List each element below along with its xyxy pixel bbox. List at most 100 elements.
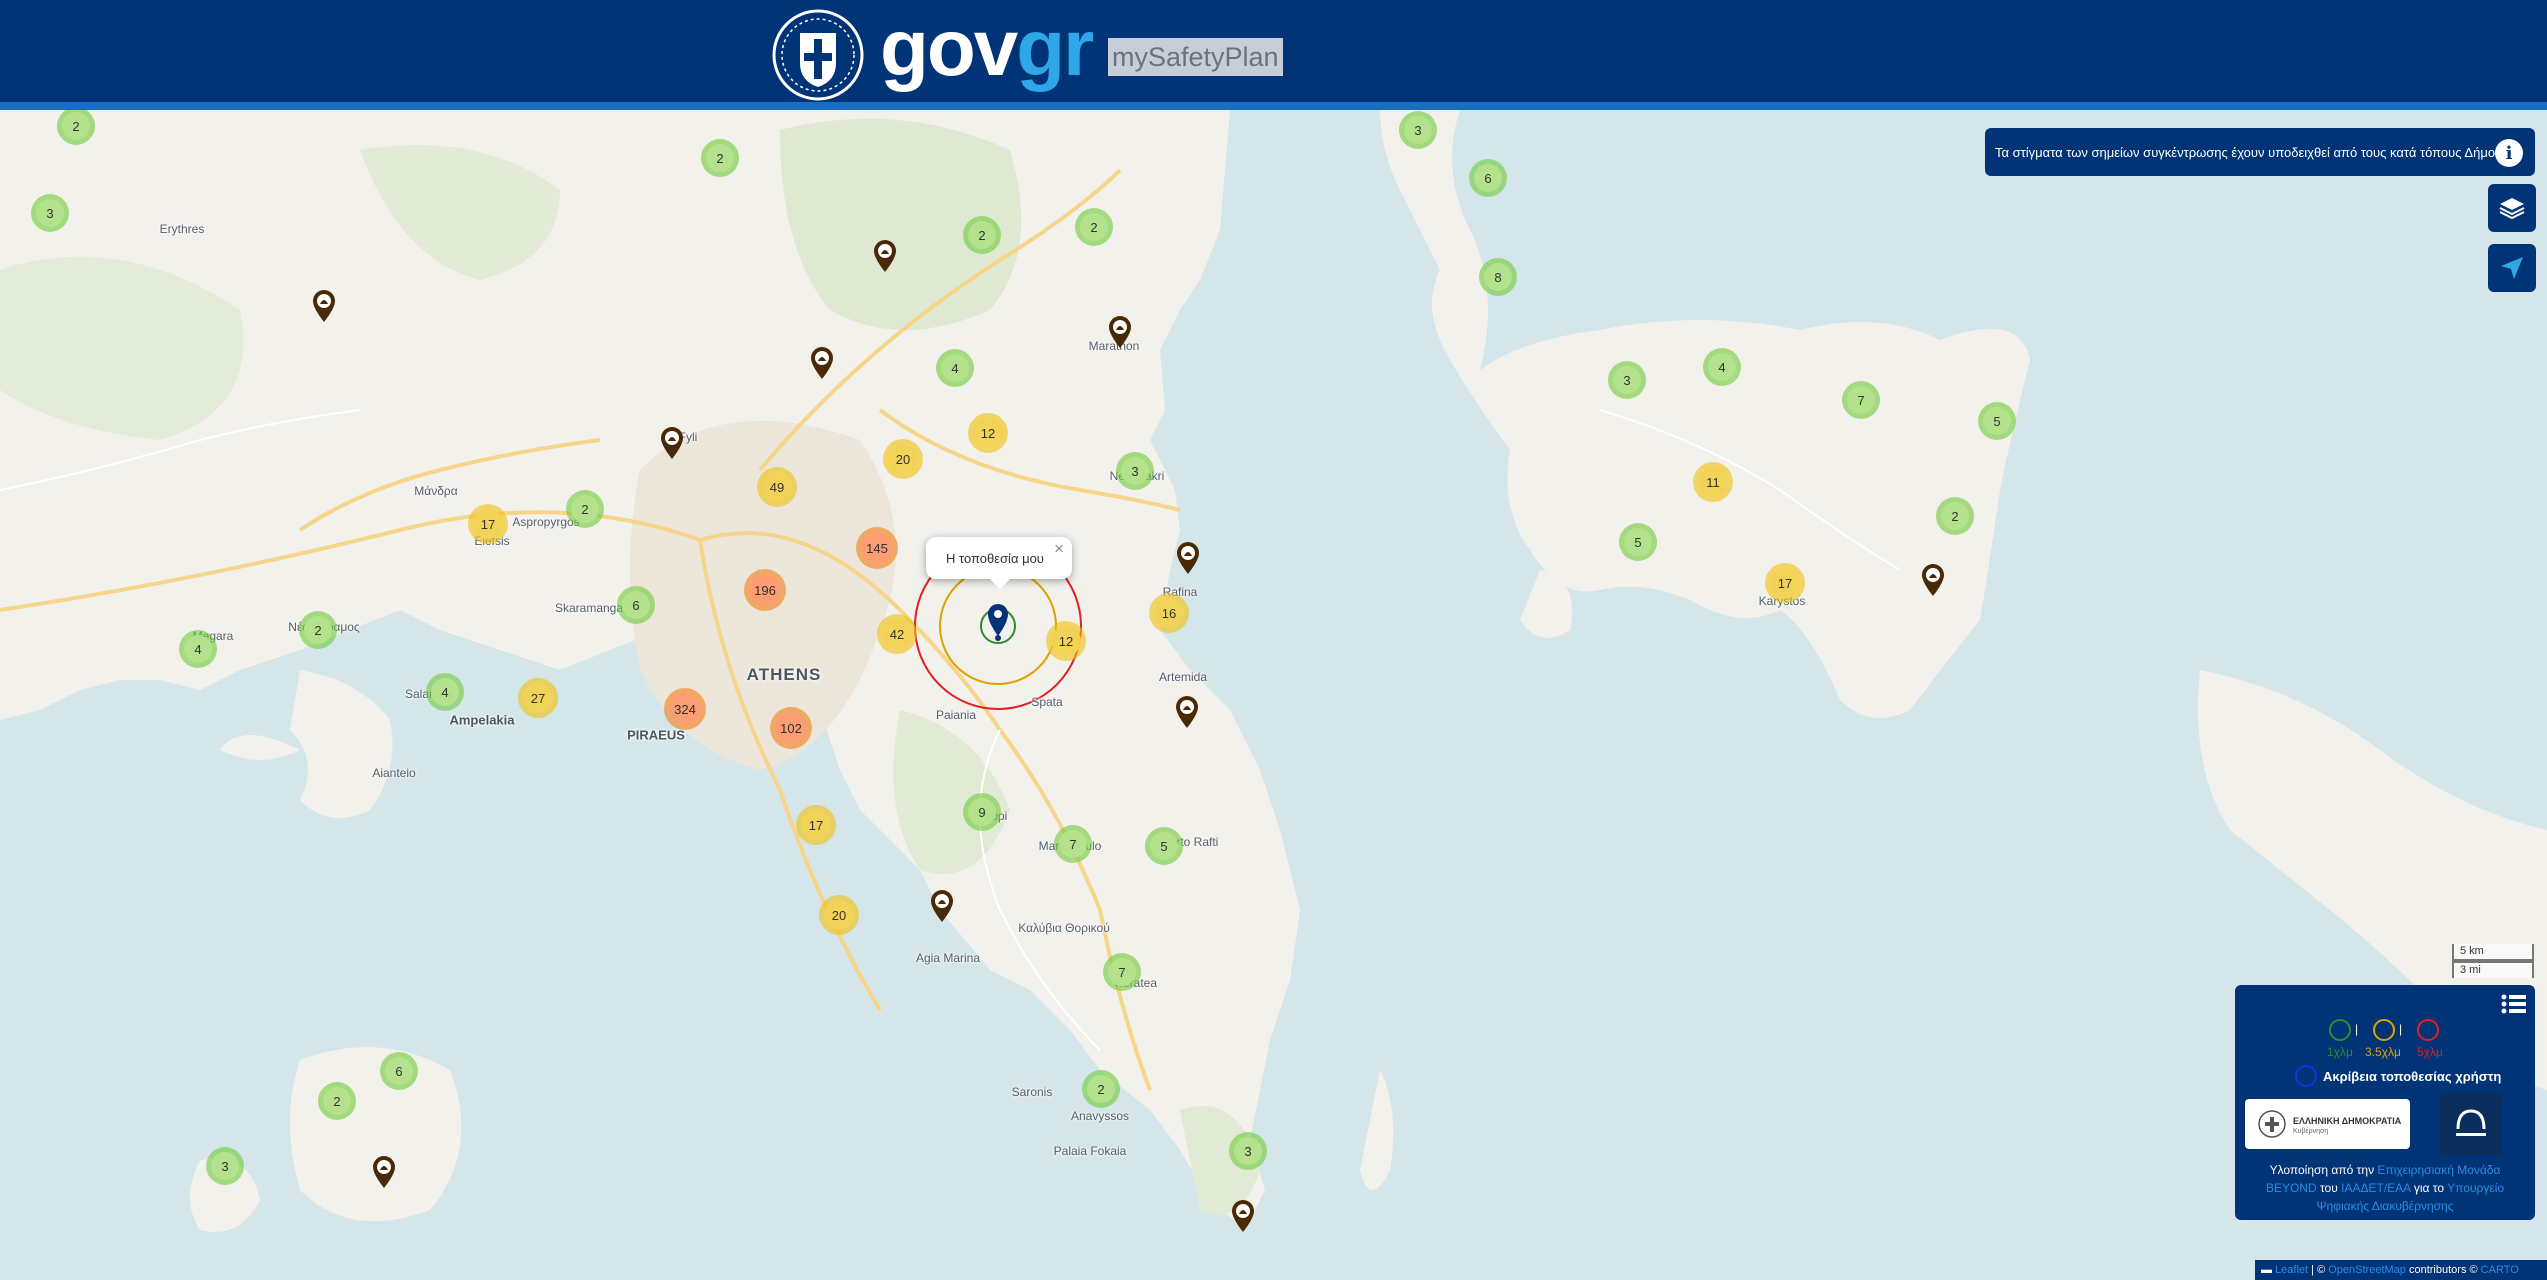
cluster-marker[interactable]: 6 xyxy=(617,586,655,624)
cluster-marker[interactable]: 102 xyxy=(770,707,812,749)
layers-button[interactable] xyxy=(2488,184,2536,232)
legend-accuracy-ring xyxy=(2295,1065,2317,1087)
info-icon[interactable]: i xyxy=(2495,139,2523,167)
cluster-marker[interactable]: 3 xyxy=(1399,111,1437,149)
cluster-marker[interactable]: 3 xyxy=(31,194,69,232)
credits-link-iaadet[interactable]: ΙΑΑΔΕΤ/ΕΑΑ xyxy=(2341,1181,2410,1195)
map-view[interactable]: ErythresΜάνδραElefsisAspropyrgosSkaraman… xyxy=(0,110,2547,1280)
layers-icon xyxy=(2499,198,2525,220)
cluster-count: 5 xyxy=(1624,528,1652,556)
cluster-marker[interactable]: 12 xyxy=(968,413,1008,453)
location-popup: Η τοποθεσία μου × xyxy=(926,537,1072,589)
cluster-marker[interactable]: 324 xyxy=(664,688,706,730)
popup-close-button[interactable]: × xyxy=(1054,539,1064,559)
cluster-marker[interactable]: 2 xyxy=(1936,497,1974,535)
cluster-marker[interactable]: 3 xyxy=(1229,1132,1267,1170)
cluster-marker[interactable]: 2 xyxy=(701,139,739,177)
place-label: Erythres xyxy=(159,222,205,236)
govgr-logo[interactable]: govgr xyxy=(880,2,1094,94)
popup-tip xyxy=(990,579,1010,589)
cluster-marker[interactable]: 2 xyxy=(1075,208,1113,246)
cluster-count: 4 xyxy=(431,678,459,706)
credits-text: Υλοποίηση από την Επιχειρησιακή Μονάδα B… xyxy=(2245,1161,2525,1215)
shelter-pin-icon[interactable] xyxy=(1175,540,1201,574)
cluster-count: 20 xyxy=(824,900,854,930)
cluster-marker[interactable]: 3 xyxy=(1116,452,1154,490)
shelter-pin-icon[interactable] xyxy=(809,345,835,379)
legend-ring-5km xyxy=(2417,1019,2439,1041)
cluster-count: 17 xyxy=(473,509,503,539)
cluster-marker[interactable]: 12 xyxy=(1046,621,1086,661)
place-label: Anavyssos xyxy=(1070,1109,1130,1123)
cluster-marker[interactable]: 5 xyxy=(1619,523,1657,561)
cluster-marker[interactable]: 20 xyxy=(883,439,923,479)
cluster-marker[interactable]: 2 xyxy=(566,490,604,528)
shelter-pin-icon[interactable] xyxy=(1174,694,1200,728)
legend-label-5km: 5χλμ xyxy=(2417,1045,2443,1059)
cluster-marker[interactable]: 20 xyxy=(819,895,859,935)
cluster-marker[interactable]: 6 xyxy=(1469,159,1507,197)
place-label: Spata xyxy=(1031,695,1063,709)
shelter-pin-icon[interactable] xyxy=(929,888,955,922)
cluster-marker[interactable]: 16 xyxy=(1149,593,1189,633)
place-label: PIRAEUS xyxy=(627,727,685,743)
place-label: Aianteio xyxy=(372,766,416,780)
cluster-count: 2 xyxy=(304,616,332,644)
cluster-marker[interactable]: 6 xyxy=(380,1052,418,1090)
cluster-marker[interactable]: 9 xyxy=(963,793,1001,831)
shelter-pin-icon[interactable] xyxy=(872,238,898,272)
cluster-marker[interactable]: 27 xyxy=(518,678,558,718)
osm-link[interactable]: OpenStreetMap xyxy=(2328,1264,2406,1276)
cluster-marker[interactable]: 2 xyxy=(963,216,1001,254)
shelter-pin-icon[interactable] xyxy=(311,288,337,322)
gov-emblem-icon xyxy=(2258,1110,2286,1138)
cluster-marker[interactable]: 3 xyxy=(206,1147,244,1185)
shelter-pin-icon[interactable] xyxy=(1107,314,1133,348)
shelter-pin-icon[interactable] xyxy=(1230,1198,1256,1232)
cluster-marker[interactable]: 2 xyxy=(1082,1070,1120,1108)
cluster-count: 7 xyxy=(1059,830,1087,858)
cluster-marker[interactable]: 3 xyxy=(1608,361,1646,399)
cluster-marker[interactable]: 7 xyxy=(1103,953,1141,991)
cluster-marker[interactable]: 5 xyxy=(1145,827,1183,865)
cluster-marker[interactable]: 17 xyxy=(1765,563,1805,603)
cluster-marker[interactable]: 5 xyxy=(1978,402,2016,440)
leaflet-link[interactable]: Leaflet xyxy=(2275,1264,2308,1276)
cluster-marker[interactable]: 2 xyxy=(299,611,337,649)
cluster-count: 2 xyxy=(323,1087,351,1115)
cluster-count: 6 xyxy=(622,591,650,619)
cluster-marker[interactable]: 49 xyxy=(757,467,797,507)
cluster-marker[interactable]: 196 xyxy=(744,569,786,611)
cluster-marker[interactable]: 42 xyxy=(877,614,917,654)
carto-link[interactable]: CARTO xyxy=(2481,1264,2519,1276)
cluster-marker[interactable]: 17 xyxy=(796,805,836,845)
scale-km: 5 km xyxy=(2452,944,2534,961)
cluster-count: 27 xyxy=(523,683,553,713)
site-header: govgr mySafetyPlan xyxy=(0,0,2547,110)
cluster-marker[interactable]: 4 xyxy=(1703,348,1741,386)
cluster-marker[interactable]: 11 xyxy=(1693,462,1733,502)
shelter-pin-icon[interactable] xyxy=(1920,562,1946,596)
cluster-count: 324 xyxy=(669,693,701,725)
place-label: Ampelakia xyxy=(449,712,515,728)
cluster-marker[interactable]: 4 xyxy=(936,349,974,387)
cluster-count: 102 xyxy=(775,712,807,744)
cluster-marker[interactable]: 145 xyxy=(856,527,898,569)
cluster-marker[interactable]: 8 xyxy=(1479,258,1517,296)
credits-mid1: του xyxy=(2319,1181,2338,1195)
cluster-marker[interactable]: 2 xyxy=(318,1082,356,1120)
cluster-count: 8 xyxy=(1484,263,1512,291)
place-label: Palaia Fokaia xyxy=(1053,1144,1127,1158)
cluster-marker[interactable]: 7 xyxy=(1054,825,1092,863)
app-title: mySafetyPlan xyxy=(1108,38,1283,76)
cluster-marker[interactable]: 17 xyxy=(468,504,508,544)
menu-list-icon[interactable] xyxy=(2501,993,2527,1015)
cluster-marker[interactable]: 4 xyxy=(426,673,464,711)
cluster-marker[interactable]: 7 xyxy=(1842,381,1880,419)
shelter-pin-icon[interactable] xyxy=(371,1154,397,1188)
flag-icon: ▬ xyxy=(2261,1264,2272,1276)
cluster-count: 2 xyxy=(571,495,599,523)
shelter-pin-icon[interactable] xyxy=(659,425,685,459)
cluster-marker[interactable]: 4 xyxy=(179,630,217,668)
locate-button[interactable] xyxy=(2488,244,2536,292)
